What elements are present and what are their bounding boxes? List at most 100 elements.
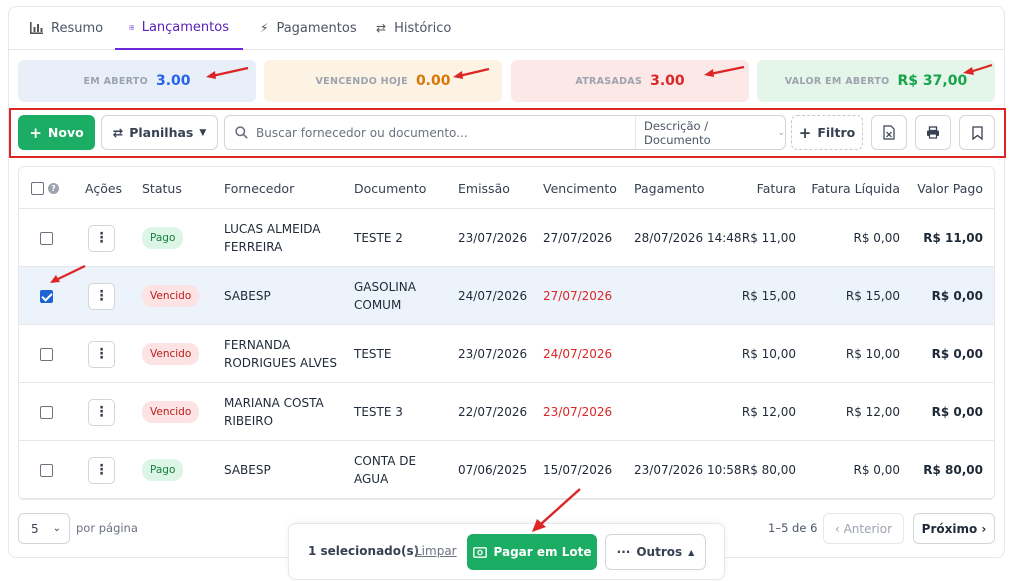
kebab-menu-icon: ⋮ (94, 230, 109, 246)
invoice-cell: R$ 11,00 (741, 231, 796, 245)
status-cell: Vencido (142, 383, 200, 441)
stat-label: VALOR EM ABERTO (784, 75, 890, 87)
filter-label: Filtro (817, 125, 856, 140)
row-checkbox[interactable] (40, 463, 53, 477)
actions-cell: ⋮ (88, 441, 115, 499)
new-button-label: Novo (47, 125, 84, 140)
sheets-dropdown-button[interactable]: ⇄ Planilhas ▼ (101, 115, 218, 150)
clear-selection-link[interactable]: Limpar (415, 544, 457, 558)
annotation-arrow-icon (963, 63, 993, 75)
kebab-menu-icon: ⋮ (94, 462, 109, 478)
paid-value-cell: R$ 11,00 (923, 231, 983, 245)
others-dropdown-button[interactable]: ··· Outros ▲ (605, 534, 706, 570)
column-header-fatura[interactable]: Fatura (719, 167, 796, 209)
supplier-cell: FERNANDA RODRIGUES ALVES (224, 325, 349, 383)
swap-icon: ⇄ (376, 21, 387, 35)
search-scope-label: Descrição / Documento (644, 118, 711, 147)
bar-chart-icon (30, 22, 43, 34)
list-icon (129, 25, 134, 29)
select-all-checkbox[interactable] (31, 181, 44, 195)
document-cell: TESTE 3 (354, 383, 454, 441)
paid-value-cell: R$ 0,00 (931, 347, 983, 361)
per-page-value: 5 (31, 521, 39, 536)
document-cell: GASOLINA COMUM (354, 267, 454, 325)
kebab-menu-icon: ⋮ (94, 404, 109, 420)
row-actions-button[interactable]: ⋮ (88, 398, 115, 426)
supplier-cell: SABESP (224, 267, 349, 325)
row-actions-button[interactable]: ⋮ (88, 224, 115, 252)
row-actions-button[interactable]: ⋮ (88, 456, 115, 484)
supplier-cell: MARIANA COSTA RIBEIRO (224, 383, 349, 441)
issue-date-cell: 22/07/2026 (458, 405, 528, 419)
table-row[interactable]: ⋮ Vencido FERNANDA RODRIGUES ALVES TESTE 23/0… (19, 325, 994, 383)
next-page-button[interactable]: Próximo › (913, 513, 995, 544)
selected-count: 1 selecionado(s) (308, 544, 420, 558)
column-header-valor-pago[interactable]: Valor Pago (904, 167, 983, 209)
stat-label: VENCENDO HOJE (315, 75, 408, 87)
document-line: TESTE 2 (354, 231, 403, 245)
supplier-name-line: LUCAS ALMEIDA (224, 222, 321, 236)
supplier-name-line: FERREIRA (224, 240, 283, 254)
search-icon (235, 126, 248, 139)
column-header-vencimento[interactable]: Vencimento (543, 167, 617, 209)
column-header-fatura-liquida[interactable]: Fatura Líquida (800, 167, 900, 209)
due-date-cell: 27/07/2026 (543, 289, 613, 303)
print-button[interactable] (915, 115, 951, 150)
issue-date-cell: 07/06/2025 (458, 463, 528, 477)
new-button[interactable]: + Novo (18, 115, 95, 150)
annotation-arrow-icon (532, 488, 581, 532)
row-select-cell (40, 209, 53, 267)
status-badge: Vencido (142, 343, 200, 365)
column-header-status[interactable]: Status (142, 167, 182, 209)
ellipsis-icon: ··· (616, 545, 631, 559)
tab-pagamentos[interactable]: ⚡ Pagamentos (246, 6, 371, 50)
row-actions-button[interactable]: ⋮ (88, 282, 115, 310)
previous-page-button[interactable]: ‹ Anterior (823, 513, 904, 544)
net-invoice-cell: R$ 12,00 (845, 405, 900, 419)
search-input[interactable] (256, 117, 632, 148)
plus-icon: + (798, 123, 812, 142)
kebab-menu-icon: ⋮ (94, 346, 109, 362)
row-checkbox[interactable] (40, 231, 53, 245)
tab-historico[interactable]: ⇄ Histórico (362, 6, 465, 50)
tab-label: Lançamentos (141, 19, 229, 35)
column-header-emissao[interactable]: Emissão (458, 167, 510, 209)
table-row[interactable]: ⋮ Pago LUCAS ALMEIDA FERREIRA TESTE 2 23/07/2… (19, 209, 994, 267)
bookmark-button[interactable] (959, 115, 995, 150)
status-cell: Vencido (142, 325, 200, 383)
table-row[interactable]: ⋮ Pago SABESP CONTA DE AGUA 07/06/2025 15/07/2… (19, 441, 994, 499)
supplier-cell: LUCAS ALMEIDA FERREIRA (224, 209, 349, 267)
tab-label: Histórico (394, 20, 452, 36)
lightning-icon: ⚡ (260, 21, 269, 35)
status-badge: Vencido (142, 401, 200, 423)
status-cell: Vencido (142, 267, 200, 325)
invoice-cell: R$ 12,00 (741, 405, 796, 419)
filter-button[interactable]: + Filtro (791, 115, 863, 150)
bookmark-icon (971, 125, 983, 140)
tab-resumo[interactable]: Resumo (16, 6, 117, 50)
row-checkbox[interactable] (40, 289, 53, 303)
column-header-pagamento[interactable]: Pagamento (634, 167, 705, 209)
column-header-documento[interactable]: Documento (354, 167, 426, 209)
status-badge: Vencido (142, 285, 200, 307)
export-excel-button[interactable] (871, 115, 907, 150)
batch-pay-button[interactable]: Pagar em Lote (467, 534, 597, 570)
search-scope-select[interactable]: Descrição / Documento ⌄ (635, 116, 785, 149)
tab-lancamentos[interactable]: Lançamentos (115, 6, 243, 50)
row-checkbox[interactable] (40, 405, 53, 419)
table-row[interactable]: ⋮ Vencido MARIANA COSTA RIBEIRO TESTE 3 22/07… (19, 383, 994, 441)
column-header-fornecedor[interactable]: Fornecedor (224, 167, 294, 209)
row-checkbox[interactable] (40, 347, 53, 361)
document-line: AGUA (354, 472, 389, 486)
invoice-cell: R$ 15,00 (741, 289, 796, 303)
row-actions-button[interactable]: ⋮ (88, 340, 115, 368)
supplier-name-line: SABESP (224, 289, 271, 303)
search-box: Descrição / Documento ⌄ (224, 115, 786, 150)
pagination-range: 1–5 de 6 (768, 521, 818, 535)
actions-cell: ⋮ (88, 267, 115, 325)
per-page-select[interactable]: 5 ⌄ (18, 513, 70, 544)
invoice-cell: R$ 10,00 (741, 347, 796, 361)
table-row[interactable]: ⋮ Vencido SABESP GASOLINA COMUM 24/07/2026 27/… (19, 267, 994, 325)
help-icon[interactable]: ? (48, 182, 59, 194)
annotation-arrow-icon (50, 265, 86, 283)
